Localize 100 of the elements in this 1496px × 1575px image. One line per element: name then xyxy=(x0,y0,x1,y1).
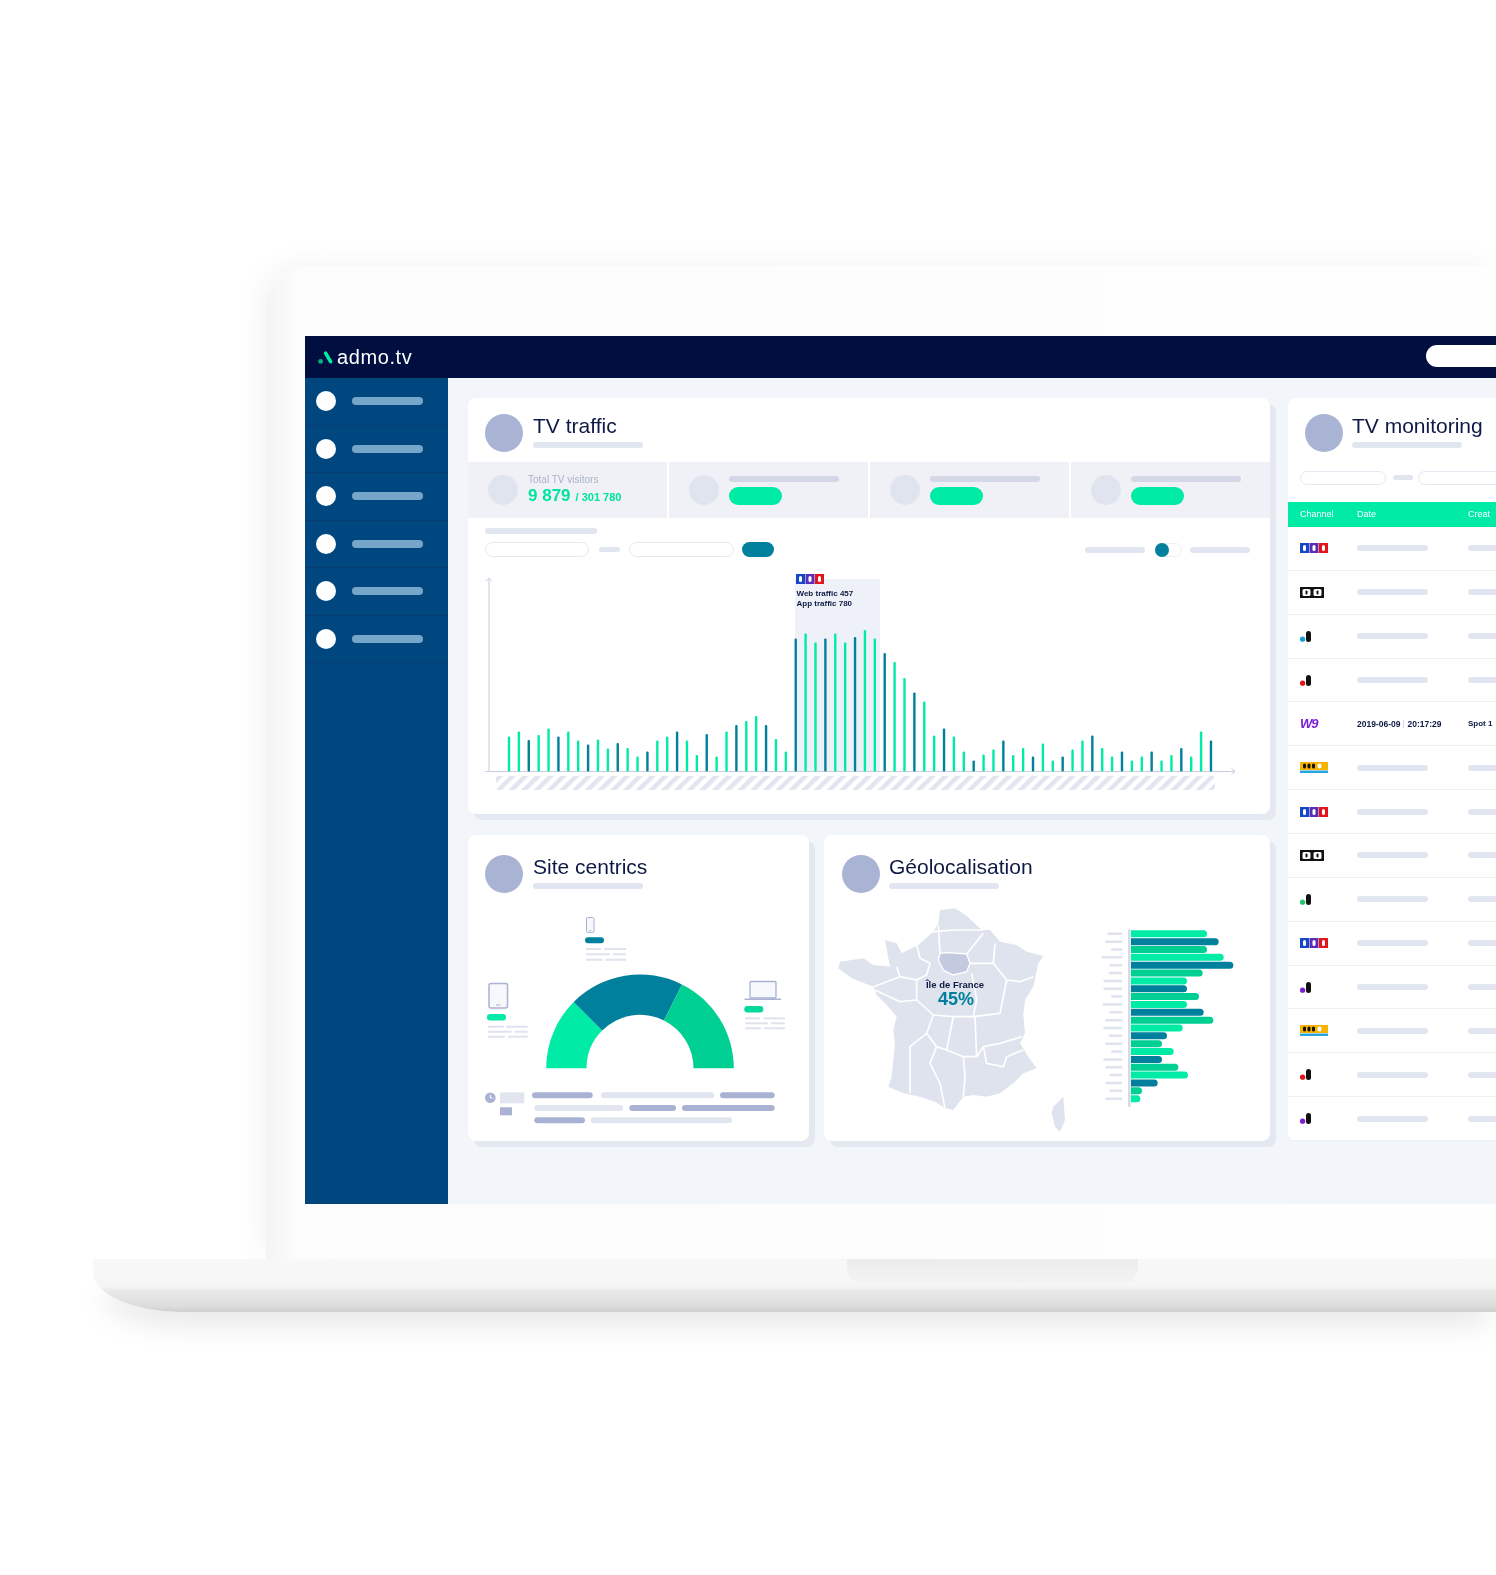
label-placeholder xyxy=(1109,1011,1123,1014)
label-placeholder xyxy=(1111,995,1123,998)
value-pill xyxy=(930,486,983,505)
logo-mark-icon xyxy=(318,350,333,364)
placeholder-block xyxy=(500,1092,525,1104)
placeholder-bar xyxy=(1468,1027,1496,1034)
label-placeholder xyxy=(1107,932,1123,936)
placeholder-bar xyxy=(1468,677,1496,683)
avatar-placeholder xyxy=(1305,414,1343,452)
circle-icon xyxy=(316,391,336,412)
filter-field[interactable] xyxy=(1418,470,1496,485)
placeholder-bar xyxy=(352,587,423,596)
label-placeholder xyxy=(1108,1034,1123,1038)
circle-icon xyxy=(316,438,336,459)
toggle-switch[interactable] xyxy=(1155,542,1182,557)
channel-logo-icon xyxy=(1300,893,1311,905)
table-cell: 2019-06-09 xyxy=(1357,718,1401,729)
card-title: Site centrics xyxy=(533,855,648,879)
channel-logo-icon xyxy=(795,574,824,584)
placeholder-bar xyxy=(1468,1071,1496,1078)
channel-logo-icon xyxy=(1300,849,1324,861)
placeholder-bar xyxy=(1468,984,1496,990)
region-label: Île de France xyxy=(925,979,985,991)
placeholder-bar xyxy=(1357,764,1428,771)
placeholder-line xyxy=(586,953,610,956)
placeholder-line xyxy=(586,948,601,950)
channel-logo-icon xyxy=(1300,586,1324,598)
label-placeholder xyxy=(1105,1042,1123,1045)
circle-icon xyxy=(316,581,336,602)
placeholder-bar xyxy=(1357,545,1428,552)
channel-logo-icon xyxy=(1300,543,1328,554)
label-placeholder xyxy=(1103,979,1123,983)
region-share: 45% xyxy=(938,989,974,1009)
label-placeholder xyxy=(1103,1058,1123,1061)
placeholder-line xyxy=(612,953,626,956)
label-placeholder xyxy=(1108,971,1123,975)
stat-label: Total TV visitors xyxy=(528,474,600,486)
placeholder-bar xyxy=(1468,896,1496,903)
table-row[interactable]: W9 2019-06-09 20:17:29 Spot 1 xyxy=(1288,702,1496,747)
card-title: TV traffic xyxy=(533,413,617,438)
laptop-icon xyxy=(743,980,782,1001)
value-pill xyxy=(744,1006,764,1013)
placeholder-bar xyxy=(1357,677,1428,683)
placeholder-line xyxy=(507,1035,528,1038)
placeholder-line xyxy=(763,1017,785,1020)
circle-icon xyxy=(316,533,336,554)
placeholder-bar xyxy=(1468,764,1496,771)
phone-icon xyxy=(586,917,595,933)
placeholder-bar xyxy=(352,634,423,643)
placeholder-bar xyxy=(1357,852,1428,859)
label-placeholder xyxy=(1105,1081,1123,1085)
label-placeholder xyxy=(1105,1018,1123,1022)
placeholder-bar xyxy=(1357,940,1428,947)
placeholder-bar xyxy=(1357,1115,1428,1122)
value-pill xyxy=(585,937,604,944)
channel-logo-icon xyxy=(1300,938,1328,949)
placeholder-bar xyxy=(352,539,423,548)
placeholder-bar xyxy=(1468,940,1496,947)
value-pill xyxy=(1131,486,1184,505)
channel-logo-icon xyxy=(1300,630,1311,642)
filter-field[interactable] xyxy=(629,542,734,557)
card-title: Géolocalisation xyxy=(889,855,1033,879)
placeholder-bar xyxy=(629,1105,676,1111)
avatar-placeholder xyxy=(485,413,523,452)
placeholder-bar xyxy=(1468,589,1496,596)
placeholder-line xyxy=(514,1030,528,1033)
highlighted-region xyxy=(937,952,971,976)
placeholder-line xyxy=(605,958,626,961)
table-cell: Spot 1 xyxy=(1468,718,1493,729)
placeholder-line xyxy=(745,1017,761,1020)
clock-icon xyxy=(485,1092,496,1103)
placeholder-bar xyxy=(1357,896,1428,903)
label-placeholder xyxy=(1102,1003,1123,1006)
channel-logo-icon xyxy=(1300,806,1328,817)
placeholder-bar xyxy=(1468,1115,1496,1122)
action-button[interactable] xyxy=(742,542,774,557)
filter-field[interactable] xyxy=(1300,470,1386,485)
column-header[interactable]: Date xyxy=(1357,509,1376,520)
label-placeholder xyxy=(1105,1097,1123,1100)
label-placeholder xyxy=(1105,1066,1123,1069)
placeholder-bar xyxy=(532,1092,593,1099)
label-placeholder xyxy=(1103,987,1123,990)
column-header[interactable]: Creat xyxy=(1468,509,1490,520)
logo-text: admo.tv xyxy=(337,345,413,369)
search-field[interactable] xyxy=(1426,344,1496,367)
placeholder-bar xyxy=(352,492,423,501)
tablet-icon xyxy=(488,982,509,1009)
placeholder-line xyxy=(745,1022,768,1025)
label-placeholder xyxy=(1101,956,1123,959)
label-placeholder xyxy=(1109,1089,1123,1093)
tooltip-text: App traffic 780 xyxy=(796,599,853,609)
placeholder-bar xyxy=(1357,808,1428,815)
placeholder-bar xyxy=(599,547,620,552)
table-cell: 20:17:29 xyxy=(1407,718,1442,729)
placeholder-bar xyxy=(1357,633,1428,640)
label-placeholder xyxy=(1109,1073,1123,1077)
filter-field[interactable] xyxy=(485,542,589,557)
column-header[interactable]: Channel xyxy=(1300,509,1334,520)
channel-logo-icon xyxy=(1300,674,1311,686)
placeholder-line xyxy=(488,1030,512,1033)
